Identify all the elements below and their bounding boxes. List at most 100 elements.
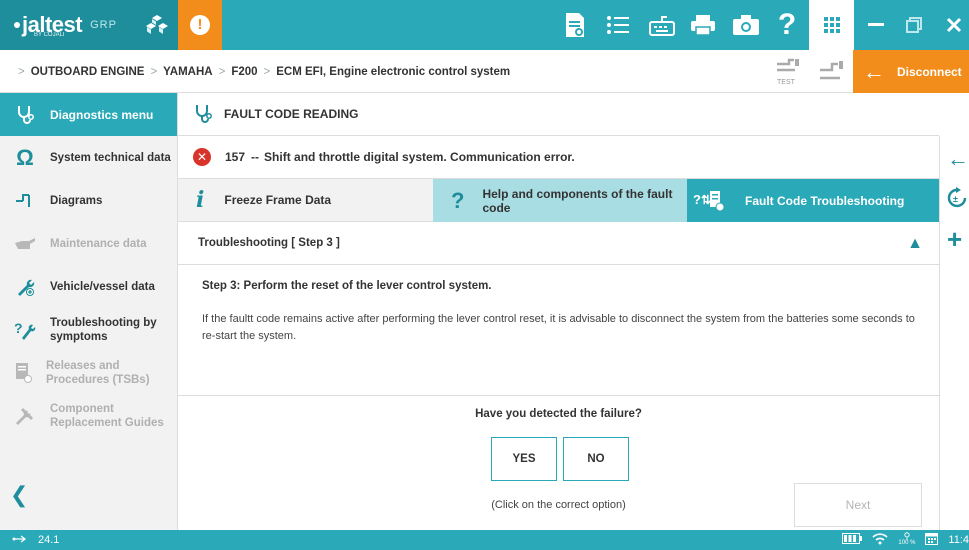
logo-sub: BY COJALI — [34, 32, 65, 38]
chevron-right-icon: > — [218, 65, 226, 78]
wrench-plus-icon — [14, 277, 36, 297]
refresh-diagnosis-icon[interactable]: ± — [947, 186, 969, 213]
calendar-icon — [925, 532, 939, 548]
app-logo: jaltest GRP BY COJALI — [0, 0, 178, 50]
step-title: Step 3: Perform the reset of the lever c… — [202, 280, 492, 292]
alert-icon: ! — [190, 15, 210, 35]
next-button[interactable]: Next — [794, 483, 922, 527]
arrow-left-icon: ← — [863, 58, 885, 84]
back-arrow-icon[interactable]: ❮ — [10, 482, 28, 508]
test-label: TEST — [777, 79, 796, 86]
disconnect-label: Disconnect — [897, 64, 962, 79]
connection-status-icon — [818, 58, 846, 86]
arrow-left-icon[interactable]: ← — [947, 146, 969, 172]
breadcrumb-item-category[interactable]: OUTBOARD ENGINE — [31, 66, 145, 78]
list-icon[interactable] — [603, 10, 633, 40]
stethoscope-icon — [194, 104, 212, 124]
sidebar-item-releases-procedures: Releases and Procedures (TSBs) — [0, 351, 177, 394]
tools-icon — [14, 405, 36, 427]
sidebar-header[interactable]: Diagnostics menu — [0, 93, 177, 136]
disconnect-button[interactable]: ← Disconnect — [853, 50, 969, 93]
sidebar-item-label: Maintenance data — [50, 237, 147, 250]
document-icon — [14, 362, 32, 384]
sidebar: Diagnostics menu Ω System technical data… — [0, 93, 178, 530]
magnifier-icon: ⚲ — [903, 531, 911, 541]
sidebar-item-label: Vehicle/vessel data — [50, 280, 155, 293]
right-rail: ← ± + — [939, 136, 969, 530]
tab-freeze-frame[interactable]: i Freeze Frame Data — [178, 179, 433, 222]
test-connection-icon[interactable]: TEST — [775, 58, 801, 86]
usb-icon — [12, 534, 27, 546]
breadcrumb-item-system[interactable]: ECM EFI, Engine electronic control syste… — [276, 66, 510, 78]
no-button[interactable]: NO — [563, 437, 629, 481]
camera-icon[interactable] — [731, 10, 761, 40]
alert-button[interactable]: ! — [178, 0, 222, 50]
wifi-icon — [872, 532, 888, 548]
help-icon[interactable]: ? — [772, 8, 802, 41]
sidebar-item-label: Troubleshooting by symptoms — [50, 316, 157, 343]
sidebar-item-component-replacement: Component Replacement Guides — [0, 394, 177, 437]
breadcrumb-item-model[interactable]: F200 — [231, 66, 257, 78]
tab-bar: i Freeze Frame Data ? Help and component… — [178, 179, 939, 222]
fault-code-row: ✕ 157 -- Shift and throttle digital syst… — [178, 136, 939, 179]
keyboard-icon[interactable] — [647, 10, 677, 40]
sidebar-item-vehicle-vessel-data[interactable]: Vehicle/vessel data — [0, 265, 177, 308]
info-icon: i — [196, 187, 205, 213]
sidebar-item-diagrams[interactable]: Diagrams — [0, 179, 177, 222]
printer-icon[interactable] — [688, 10, 718, 40]
chevron-right-icon: > — [18, 65, 25, 78]
sidebar-item-system-technical-data[interactable]: Ω System technical data — [0, 136, 177, 179]
breadcrumb: > OUTBOARD ENGINE > YAMAHA > F200 > ECM … — [18, 50, 510, 93]
step-header-label: Troubleshooting [ Step 3 ] — [198, 237, 340, 249]
step-text: If the faultt code remains active after … — [202, 313, 915, 342]
tab-label: Fault Code Troubleshooting — [745, 193, 905, 208]
question-text: Have you detected the failure? — [475, 408, 642, 420]
fault-message: Shift and throttle digital system. Commu… — [264, 150, 575, 164]
question-icon: ? — [451, 187, 465, 213]
minimize-icon[interactable] — [857, 0, 895, 50]
apps-grid-icon[interactable] — [809, 0, 854, 50]
top-bar: jaltest GRP BY COJALI ! ? — [0, 0, 969, 50]
yes-button[interactable]: YES — [491, 437, 557, 481]
oil-can-icon — [14, 237, 36, 251]
zoom-label: 100 % — [898, 540, 916, 546]
close-icon[interactable] — [935, 0, 969, 50]
breadcrumb-item-brand[interactable]: YAMAHA — [163, 66, 212, 78]
cubes-icon — [146, 15, 168, 34]
breadcrumb-bar: > OUTBOARD ENGINE > YAMAHA > F200 > ECM … — [0, 50, 969, 93]
logo-grp: GRP — [90, 19, 117, 31]
chevron-right-icon: > — [150, 65, 158, 78]
svg-text:?: ? — [14, 320, 23, 336]
page-title: FAULT CODE READING — [178, 93, 939, 136]
clock-label: 11:4 — [948, 534, 969, 546]
stethoscope-icon — [14, 105, 36, 125]
sidebar-item-maintenance-data: Maintenance data — [0, 222, 177, 265]
sidebar-item-label: System technical data — [50, 151, 171, 164]
battery-icon — [842, 533, 863, 547]
status-bar: 24.1 ⚲ 100 % 11:4 — [0, 530, 969, 550]
plus-icon[interactable]: + — [947, 226, 962, 252]
tab-help-components[interactable]: ? Help and components of the fault code — [433, 179, 687, 222]
sidebar-header-label: Diagnostics menu — [50, 107, 154, 122]
svg-text:?: ? — [693, 192, 701, 207]
diagram-icon — [14, 191, 36, 211]
troubleshooting-checklist-icon: ? ⇅ — [693, 189, 727, 213]
step-body: Step 3: Perform the reset of the lever c… — [178, 265, 939, 396]
system-tray: ⚲ 100 % 11:4 — [842, 530, 969, 550]
chevron-up-icon[interactable]: ▲ — [907, 235, 923, 253]
version-label: 24.1 — [38, 534, 60, 546]
sidebar-item-label: Releases and Procedures (TSBs) — [46, 359, 150, 386]
sidebar-item-label: Diagrams — [50, 194, 103, 207]
report-icon[interactable] — [560, 10, 590, 40]
chevron-right-icon: > — [263, 65, 271, 78]
restore-icon[interactable] — [895, 0, 933, 50]
logo-dot-icon — [14, 22, 20, 28]
fault-code-separator: -- — [251, 150, 260, 164]
troubleshooting-icon: ? — [14, 319, 36, 341]
svg-text:±: ± — [953, 194, 958, 204]
tab-fault-troubleshooting[interactable]: ? ⇅ Fault Code Troubleshooting — [687, 179, 939, 222]
sidebar-item-troubleshooting-symptoms[interactable]: ? Troubleshooting by symptoms — [0, 308, 177, 351]
step-header[interactable]: Troubleshooting [ Step 3 ] ▲ — [178, 222, 939, 265]
error-icon: ✕ — [193, 148, 211, 166]
tab-label: Help and components of the fault code — [482, 186, 673, 215]
